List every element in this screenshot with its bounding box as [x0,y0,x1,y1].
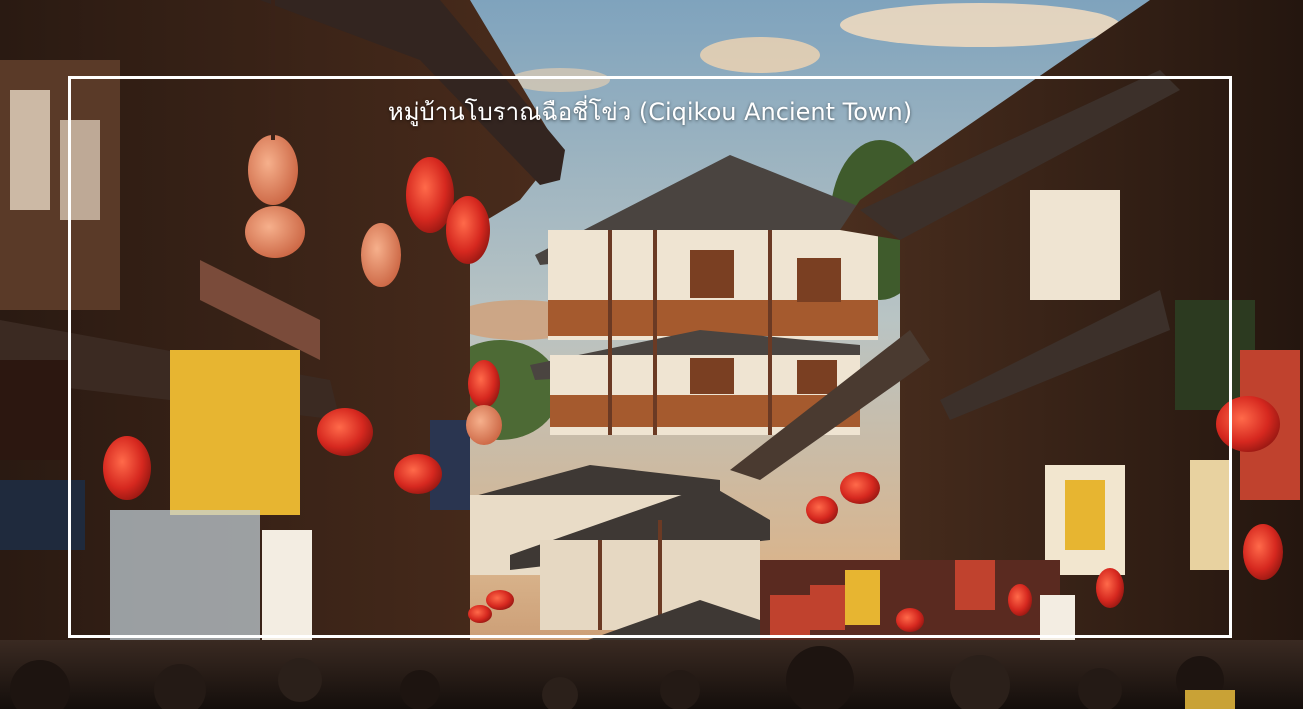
photo-scene: หมู่บ้านโบราณฉือชี่โข่ว (Ciqikou Ancient… [0,0,1303,709]
photo-caption-title: หมู่บ้านโบราณฉือชี่โข่ว (Ciqikou Ancient… [387,98,913,126]
